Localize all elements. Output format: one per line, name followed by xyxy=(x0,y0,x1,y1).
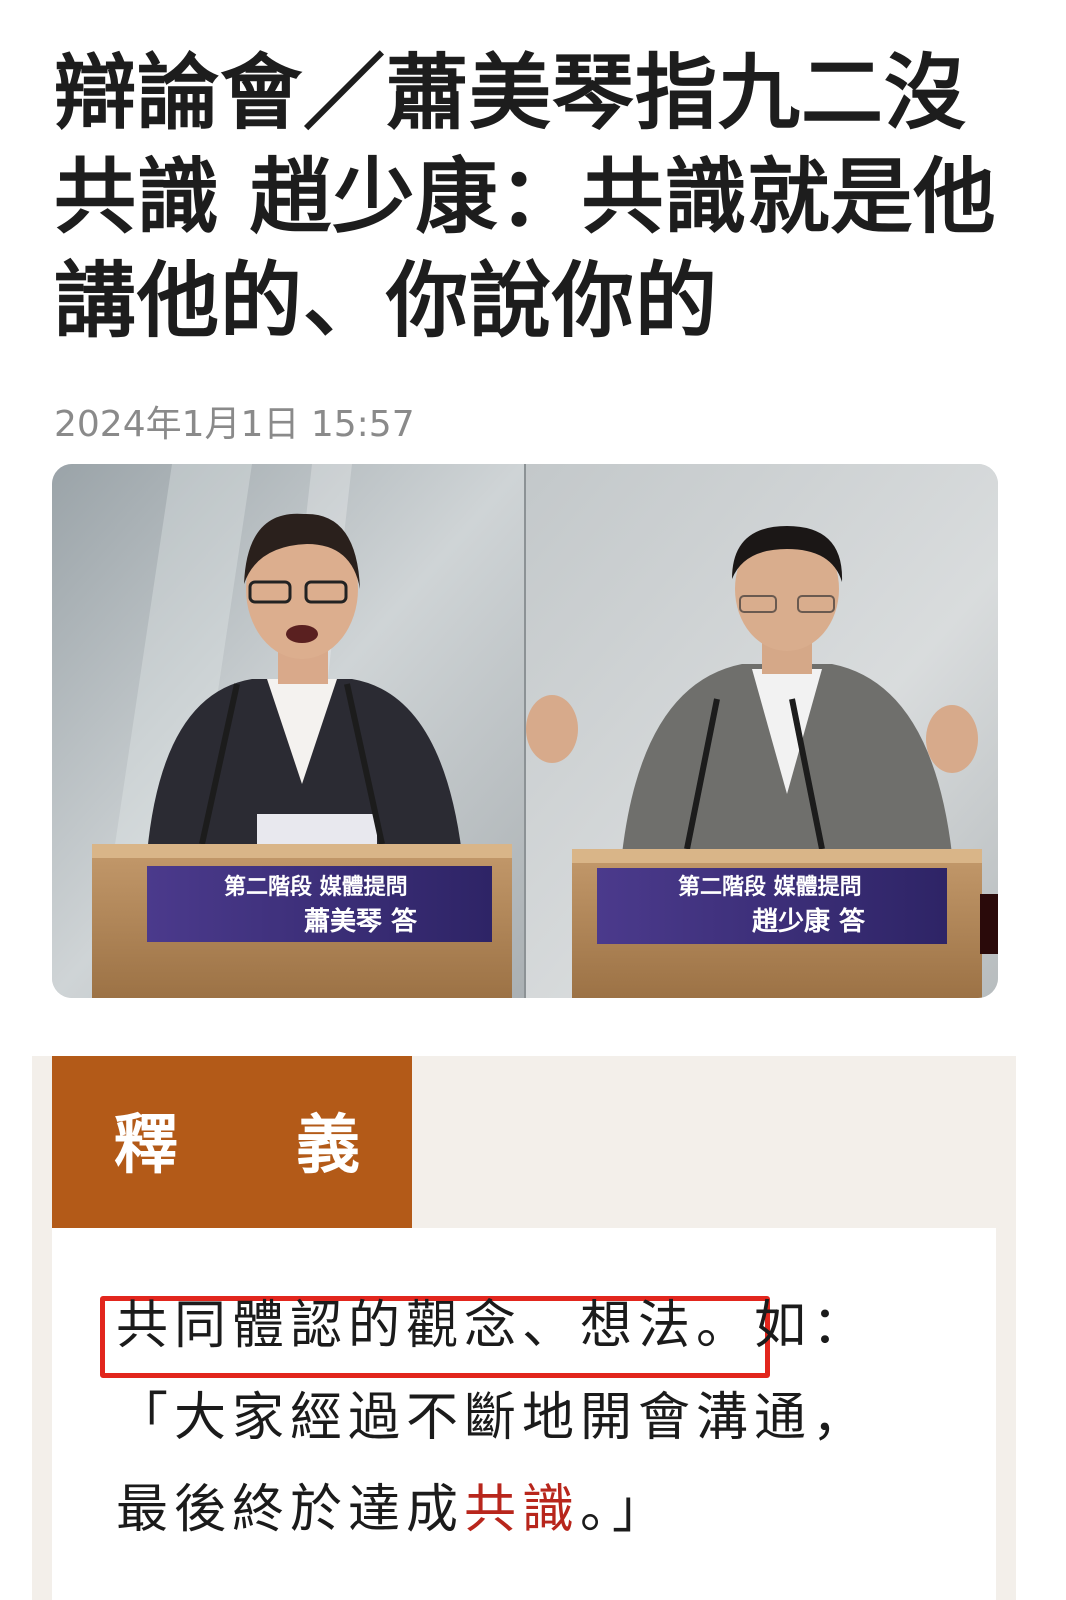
left-podium-name: 蕭美琴 答 xyxy=(304,906,418,937)
right-podium-name: 趙少康 答 xyxy=(752,906,866,937)
article-headline: 辯論會／蕭美琴指九二沒 共識 趙少康：共識就是他 講他的、你說你的 xyxy=(54,42,1014,354)
right-podium-title: 第二階段 媒體提問 xyxy=(678,874,862,900)
definition-header: 釋 義 xyxy=(52,1056,412,1228)
definition-body: 共同體認的觀念、想法。如： 「大家經過不斷地開會溝通， 最後終於達成共識。」 xyxy=(52,1228,996,1600)
example-text-post: 。」 xyxy=(580,1480,671,1540)
header-char-2: 義 xyxy=(296,1108,360,1183)
highlighted-meaning: 共同體認的觀念、想法。 xyxy=(116,1296,755,1356)
example-text-pre: 最後終於達成 xyxy=(116,1480,465,1540)
example-lead: 如： xyxy=(754,1296,871,1356)
definition-line-2: 「大家經過不斷地開會溝通， xyxy=(116,1388,871,1448)
definition-text: 共同體認的觀念、想法。如： 「大家經過不斷地開會溝通， 最後終於達成共識。」 xyxy=(116,1280,956,1556)
definition-card: 釋 義 共同體認的觀念、想法。如： 「大家經過不斷地開會溝通， 最後終於達成共識… xyxy=(32,1056,1016,1600)
definition-line-3: 最後終於達成共識。」 xyxy=(116,1464,956,1556)
debate-photo[interactable]: 第二階段 媒體提問 蕭美琴 答 第二階段 媒體提問 趙少康 答 xyxy=(52,464,998,998)
headline-line-2: 共識 趙少康：共識就是他 xyxy=(54,150,997,245)
headline-line-1: 辯論會／蕭美琴指九二沒 xyxy=(54,46,968,141)
headline-line-3: 講他的、你說你的 xyxy=(54,254,719,349)
publish-timestamp: 2024年1月1日 15:57 xyxy=(54,404,415,445)
left-podium-title: 第二階段 媒體提問 xyxy=(224,874,408,900)
header-char-1: 釋 xyxy=(114,1108,178,1183)
definition-line-1: 共同體認的觀念、想法。如： xyxy=(116,1280,956,1372)
example-keyword: 共識 xyxy=(464,1480,581,1540)
left-panel xyxy=(52,464,524,998)
